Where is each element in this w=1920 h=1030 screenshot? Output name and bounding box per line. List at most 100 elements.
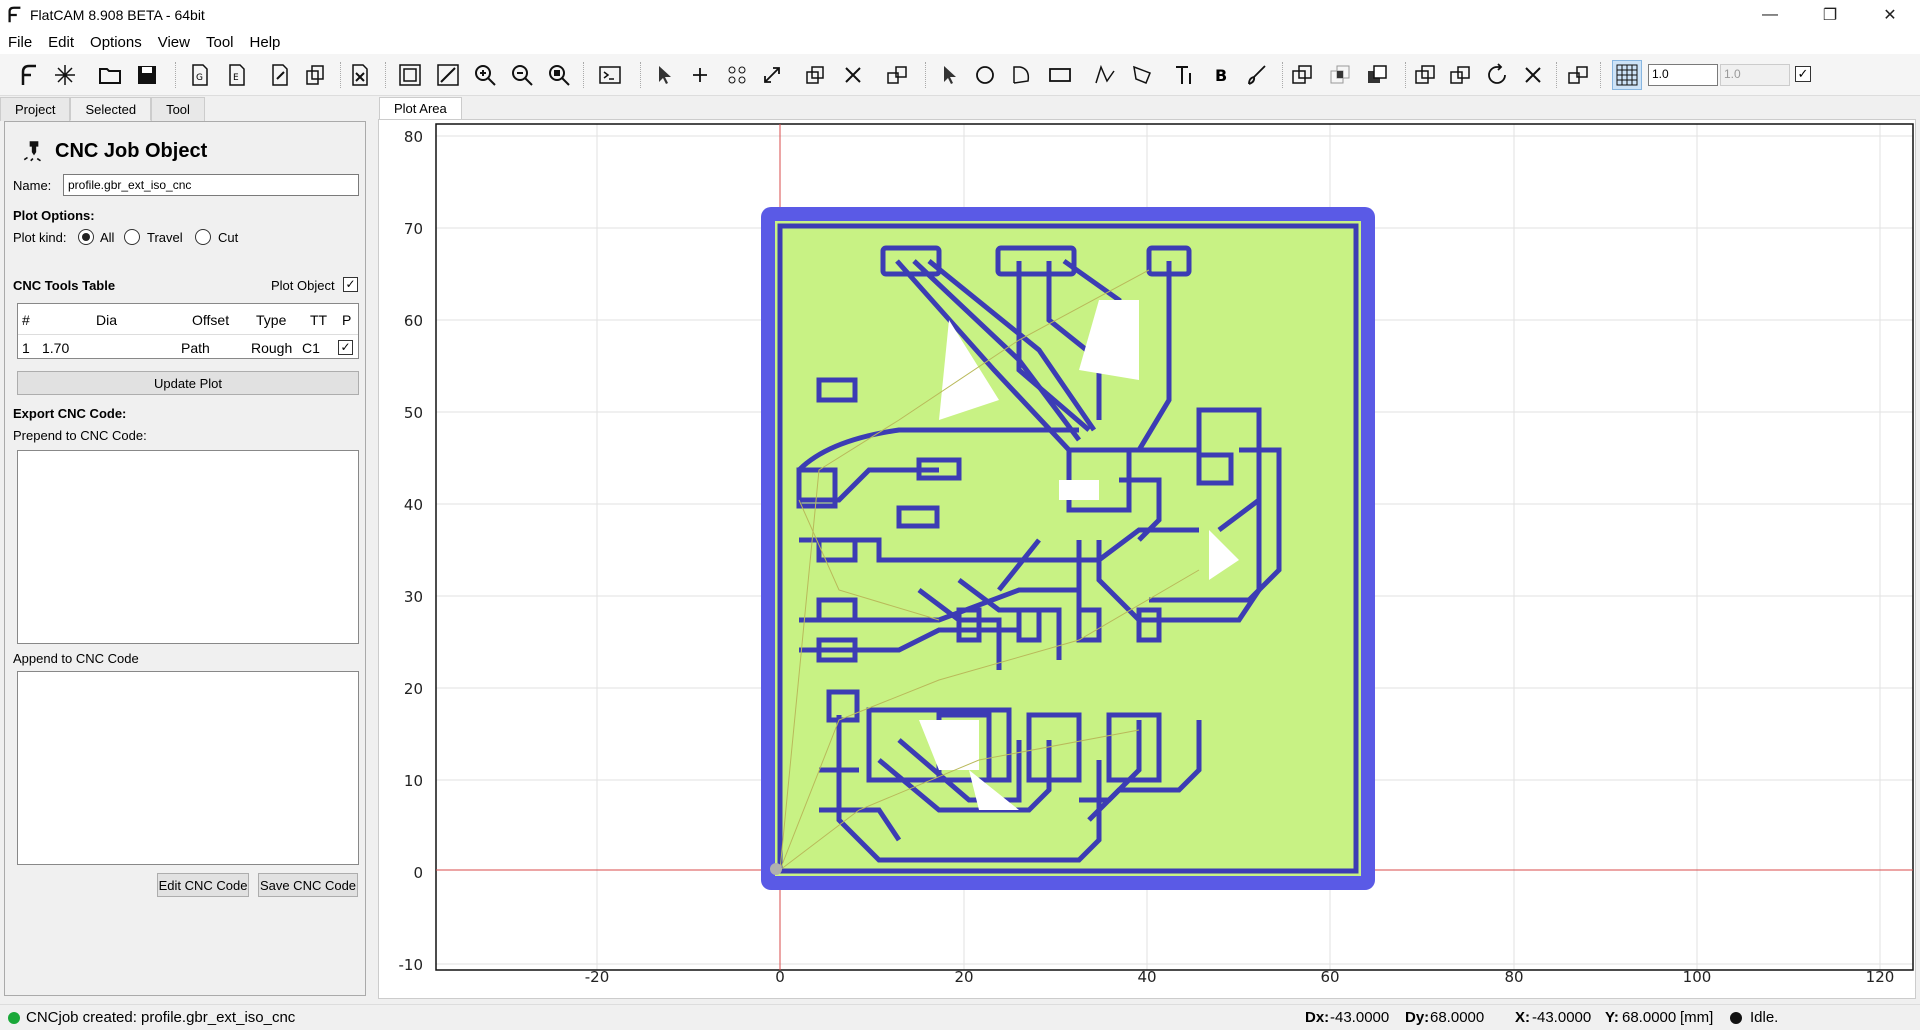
add-path-button[interactable] (1090, 60, 1120, 90)
intersection-button[interactable] (1325, 60, 1355, 90)
edit-cnc-code-button[interactable]: Edit CNC Code (157, 873, 249, 897)
menu-help[interactable]: Help (242, 34, 289, 51)
update-plot-button[interactable]: Update Plot (17, 371, 359, 395)
open-button[interactable] (95, 60, 125, 90)
open-gerber-button[interactable] (265, 60, 295, 90)
svg-text:G: G (196, 73, 203, 83)
paint-button[interactable] (1242, 60, 1272, 90)
copy-objects-icon (1450, 66, 1470, 84)
delete-button[interactable] (345, 60, 375, 90)
open-excellon-button[interactable] (300, 60, 330, 90)
col-header-p: P (342, 312, 352, 328)
menu-options[interactable]: Options (82, 34, 150, 51)
plot-kind-all-radio[interactable] (78, 229, 94, 245)
new-project-button[interactable] (14, 60, 44, 90)
cut-path-button[interactable] (1410, 60, 1440, 90)
append-textarea[interactable] (17, 671, 359, 865)
plot-area[interactable]: 80 70 60 50 40 30 20 10 0 -10 -20 0 20 4… (378, 119, 1916, 999)
menu-tool[interactable]: Tool (198, 34, 242, 51)
copy-drill-button[interactable] (800, 60, 830, 90)
delete-drill-button[interactable] (838, 60, 868, 90)
new-gerber-button[interactable]: G (185, 60, 215, 90)
name-input[interactable]: profile.gbr_ext_iso_cnc (63, 174, 359, 196)
add-polygon-button[interactable] (1127, 60, 1157, 90)
prepend-textarea[interactable] (17, 450, 359, 644)
union-button[interactable] (1287, 60, 1317, 90)
plot-kind-travel-radio[interactable] (124, 229, 140, 245)
plot-object-label: Plot Object (271, 278, 335, 293)
rotate-button[interactable] (1482, 60, 1512, 90)
add-drill-array-button[interactable] (722, 60, 752, 90)
status-ok-icon (8, 1011, 20, 1024)
file-pencil-icon (272, 64, 288, 86)
add-drill-button[interactable] (685, 60, 715, 90)
plot-object-checkbox[interactable]: ✓ (343, 277, 358, 292)
delete-cross-icon (1525, 67, 1541, 83)
col-header-dia: Dia (96, 312, 118, 328)
tab-selected[interactable]: Selected (70, 97, 152, 121)
zoom-in-icon (475, 65, 496, 86)
circle-icon (976, 66, 994, 84)
add-rectangle-button[interactable] (1045, 60, 1075, 90)
cell-plot-checkbox[interactable]: ✓ (338, 340, 353, 355)
grid-gap-link-checkbox[interactable]: ✓ (1795, 66, 1811, 82)
copy-objects-button[interactable] (1445, 60, 1475, 90)
origin-marker (770, 863, 782, 875)
file-copy-icon (306, 65, 324, 85)
col-header-offset: Offset (192, 312, 230, 328)
plot-kind-cut-radio[interactable] (195, 229, 211, 245)
transform-button[interactable] (1563, 60, 1593, 90)
zoom-fit-button[interactable] (544, 60, 574, 90)
tab-plot-area[interactable]: Plot Area (379, 97, 462, 119)
add-text-button[interactable] (1170, 60, 1200, 90)
menu-view[interactable]: View (150, 34, 198, 51)
cell-dia[interactable]: 1.70 (42, 340, 69, 356)
save-cnc-code-button[interactable]: Save CNC Code (258, 873, 358, 897)
buffer-button[interactable]: B (1206, 60, 1236, 90)
status-bar: CNCjob created: profile.gbr_ext_iso_cnc … (0, 1004, 1920, 1030)
grid-y-input[interactable]: 1.0 (1720, 64, 1790, 86)
restore-button[interactable]: ❐ (1800, 0, 1860, 30)
add-circle-button[interactable] (970, 60, 1000, 90)
cell-tt: C1 (302, 340, 320, 356)
select-button[interactable] (650, 60, 680, 90)
minimize-button[interactable]: — (1740, 0, 1800, 30)
menu-file[interactable]: File (0, 34, 40, 51)
brush-icon (1248, 65, 1266, 85)
replot-icon (399, 64, 421, 86)
close-window-button[interactable]: ✕ (1860, 0, 1920, 30)
y-tick: 40 (404, 496, 423, 514)
new-geometry-button[interactable] (50, 60, 80, 90)
zoom-in-button[interactable] (470, 60, 500, 90)
move-icon (887, 66, 907, 84)
plot-canvas[interactable]: 80 70 60 50 40 30 20 10 0 -10 -20 0 20 4… (379, 120, 1915, 998)
zoom-out-button[interactable] (507, 60, 537, 90)
subtract-button[interactable] (1362, 60, 1392, 90)
cell-offset: Path (181, 340, 210, 356)
move-drill-button[interactable] (882, 60, 912, 90)
prepend-label: Prepend to CNC Code: (13, 428, 147, 443)
idle-status-icon (1730, 1012, 1742, 1024)
tab-tool[interactable]: Tool (151, 97, 205, 121)
intersection-icon (1330, 65, 1350, 84)
menu-edit[interactable]: Edit (40, 34, 82, 51)
snap-grid-button[interactable] (1612, 60, 1642, 90)
replot-button[interactable] (395, 60, 425, 90)
shell-button[interactable] (595, 60, 625, 90)
clear-plot-button[interactable] (433, 60, 463, 90)
export-cnc-heading: Export CNC Code: (13, 406, 127, 421)
col-header-number: # (22, 312, 30, 328)
plot-options-heading: Plot Options: (13, 208, 95, 223)
tab-project[interactable]: Project (0, 97, 71, 121)
geo-select-button[interactable] (935, 60, 965, 90)
delete-shape-button[interactable] (1518, 60, 1548, 90)
add-arc-button[interactable] (1007, 60, 1037, 90)
resize-drill-button[interactable] (757, 60, 787, 90)
cnc-tools-table: # Dia Offset Type TT P 1 1.70 Path Rough… (17, 303, 359, 359)
panel-title: CNC Job Object (21, 138, 207, 164)
save-button[interactable] (132, 60, 162, 90)
menu-bar: File Edit Options View Tool Help (0, 30, 1920, 54)
grid-x-input[interactable]: 1.0 (1648, 64, 1718, 86)
new-excellon-button[interactable]: E (222, 60, 252, 90)
y-tick: 70 (404, 220, 423, 238)
